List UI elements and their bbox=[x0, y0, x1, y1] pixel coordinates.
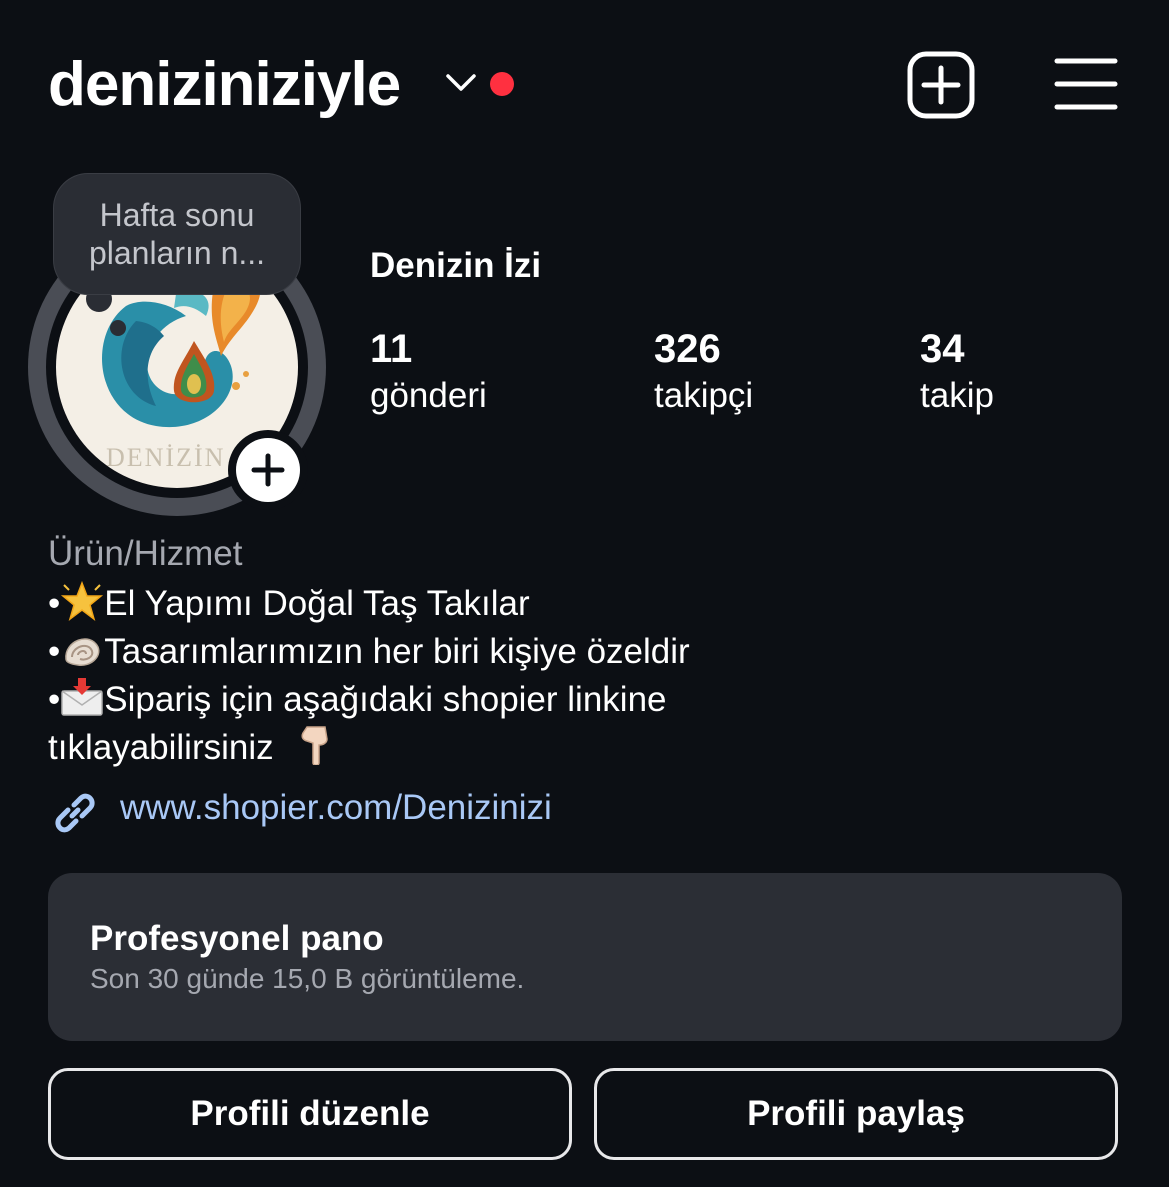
add-story-circle bbox=[236, 438, 300, 502]
bullet: • bbox=[48, 680, 61, 719]
edit-profile-button[interactable]: Profili düzenle bbox=[48, 1068, 572, 1160]
plus-square-icon[interactable] bbox=[906, 50, 976, 120]
bio-line-text: Sipariş için aşağıdaki shopier linkine bbox=[104, 680, 667, 719]
dashboard-subtitle: Son 30 günde 15,0 B görüntüleme. bbox=[90, 963, 525, 994]
note-bubble-tail-dot bbox=[110, 320, 126, 336]
stat-posts[interactable]: 11 gönderi bbox=[370, 326, 487, 420]
stat-following[interactable]: 34 takip bbox=[920, 326, 994, 420]
stat-value: 326 bbox=[654, 327, 721, 371]
profile-category: Ürün/Hizmet bbox=[48, 534, 243, 573]
bio-line: • Tasarımlarımızın her biri kişiye özeld… bbox=[48, 628, 808, 676]
profile-page: deniziniziyle DENİZİN İ Hafta sonu planl… bbox=[0, 0, 1169, 1187]
dashboard-title: Profesyonel pano bbox=[90, 919, 384, 958]
chevron-down-icon[interactable] bbox=[444, 70, 478, 96]
stat-value: 11 bbox=[370, 327, 413, 371]
bio-line: tıklayabilirsiniz bbox=[48, 724, 808, 772]
bio-link-text[interactable]: www.shopier.com/Denizinizi bbox=[120, 788, 552, 828]
add-story-button[interactable] bbox=[228, 430, 308, 510]
bio-line-text: tıklayabilirsiniz bbox=[48, 728, 274, 767]
stat-followers[interactable]: 326 takipçi bbox=[654, 326, 753, 420]
svg-text:DENİZİN İ: DENİZİN İ bbox=[106, 443, 245, 472]
bio-line: • Sipariş için aşağıdaki shopier linkine bbox=[48, 676, 808, 724]
note-bubble[interactable]: Hafta sonu planların n... bbox=[54, 174, 300, 294]
stat-label: takipçi bbox=[654, 376, 754, 415]
bio-line-text: Tasarımlarımızın her biri kişiye özeldir bbox=[104, 632, 690, 671]
incoming-envelope-icon bbox=[61, 678, 104, 716]
link-icon bbox=[55, 793, 95, 833]
bullet: • bbox=[48, 632, 61, 671]
spiral-shell-icon bbox=[65, 638, 100, 666]
notification-dot bbox=[490, 72, 514, 96]
bio-line-text: El Yapımı Doğal Taş Takılar bbox=[104, 584, 530, 623]
username-title[interactable]: deniziniziyle bbox=[48, 46, 401, 124]
bullet: • bbox=[48, 584, 61, 623]
display-name: Denizin İzi bbox=[370, 246, 542, 285]
share-profile-button[interactable]: Profili paylaş bbox=[594, 1068, 1118, 1160]
bio-text: • El Yapımı Doğal Taş Takılar • Tasarıml… bbox=[48, 580, 808, 772]
stat-label: takip bbox=[920, 376, 994, 415]
backhand-index-pointing-down-icon bbox=[301, 726, 328, 765]
glowing-star-icon bbox=[61, 581, 104, 621]
hamburger-menu-icon[interactable] bbox=[1054, 56, 1118, 112]
note-text: Hafta sonu planların n... bbox=[88, 197, 266, 271]
plus-icon bbox=[251, 453, 285, 487]
stat-value: 34 bbox=[920, 327, 965, 371]
professional-dashboard-card[interactable]: Profesyonel pano Son 30 günde 15,0 B gör… bbox=[48, 873, 1122, 1041]
stat-label: gönderi bbox=[370, 376, 487, 415]
bio-line: • El Yapımı Doğal Taş Takılar bbox=[48, 580, 808, 628]
